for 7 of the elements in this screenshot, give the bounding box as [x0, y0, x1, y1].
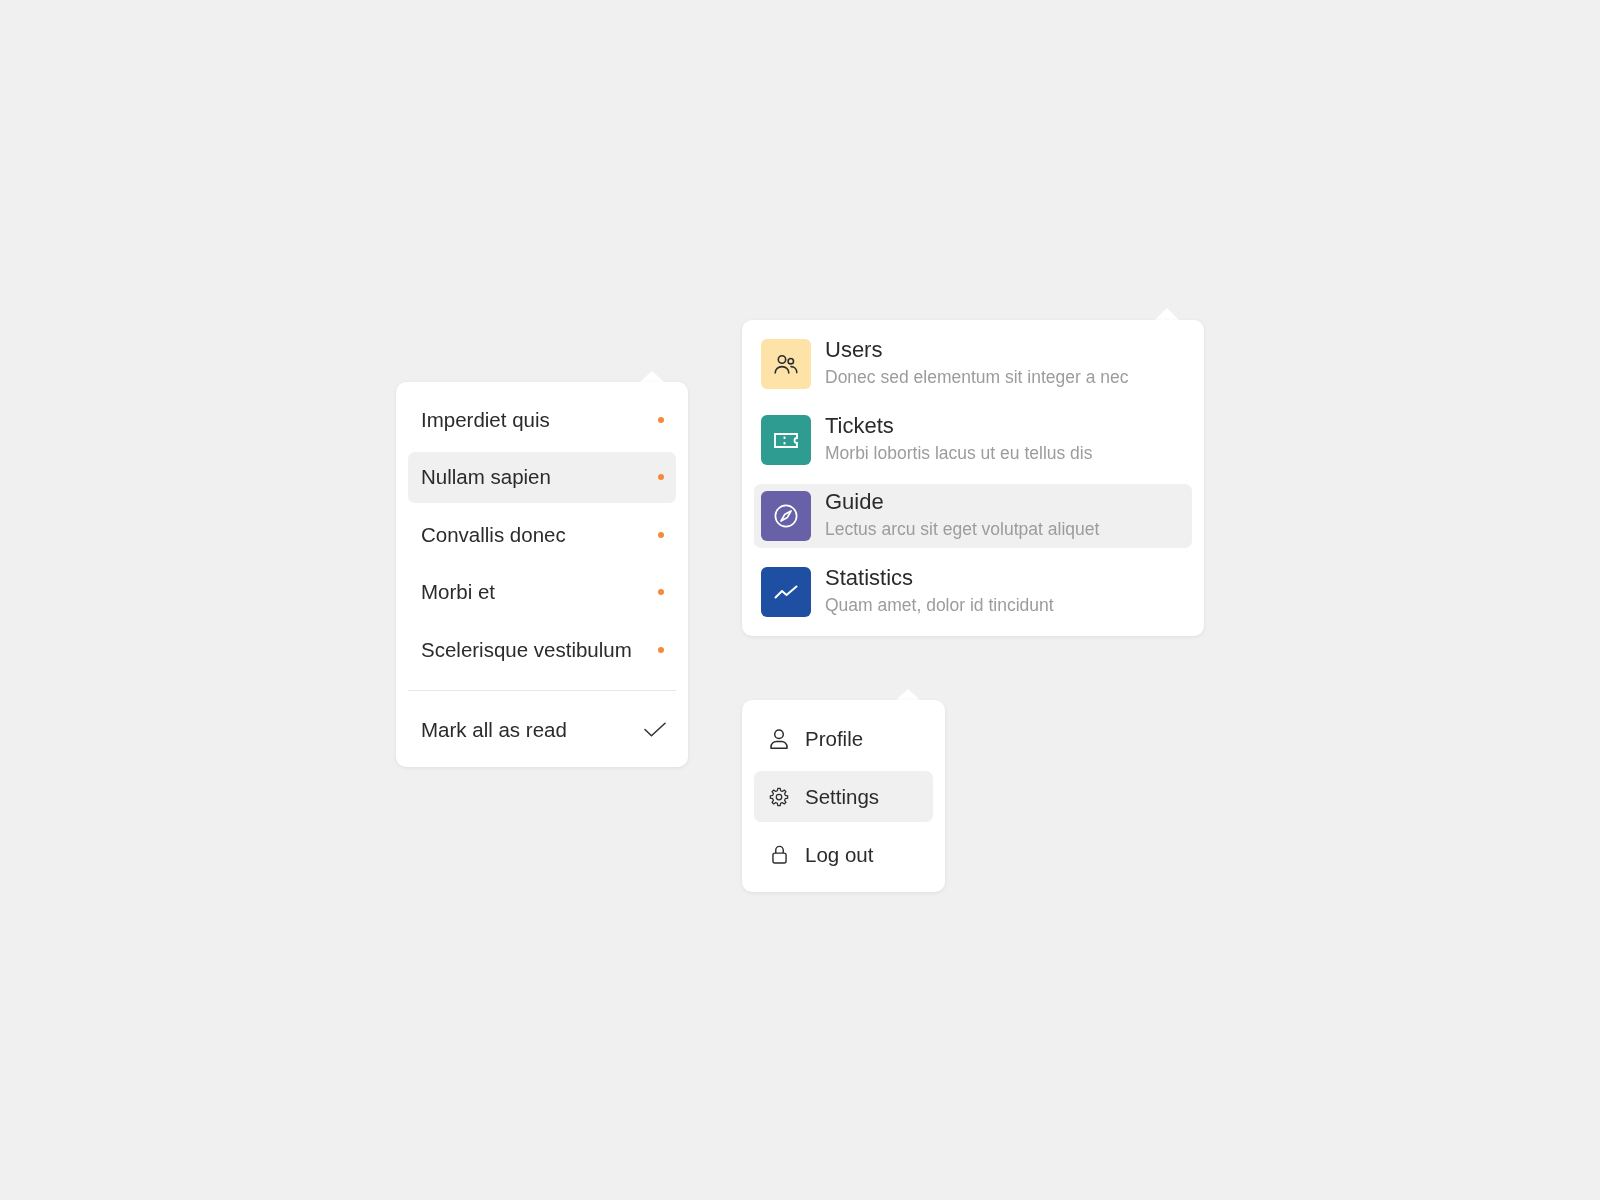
settings-icon: [769, 786, 789, 807]
app-menu-item[interactable]: Guide Lectus arcu sit eget volutpat aliquet: [754, 484, 1192, 548]
account-menu-item[interactable]: Settings: [754, 771, 933, 822]
notification-item[interactable]: Nullam sapien: [408, 451, 676, 503]
person-icon: [770, 728, 788, 749]
lock-icon: [771, 845, 787, 864]
checkmark-icon: [644, 722, 666, 737]
